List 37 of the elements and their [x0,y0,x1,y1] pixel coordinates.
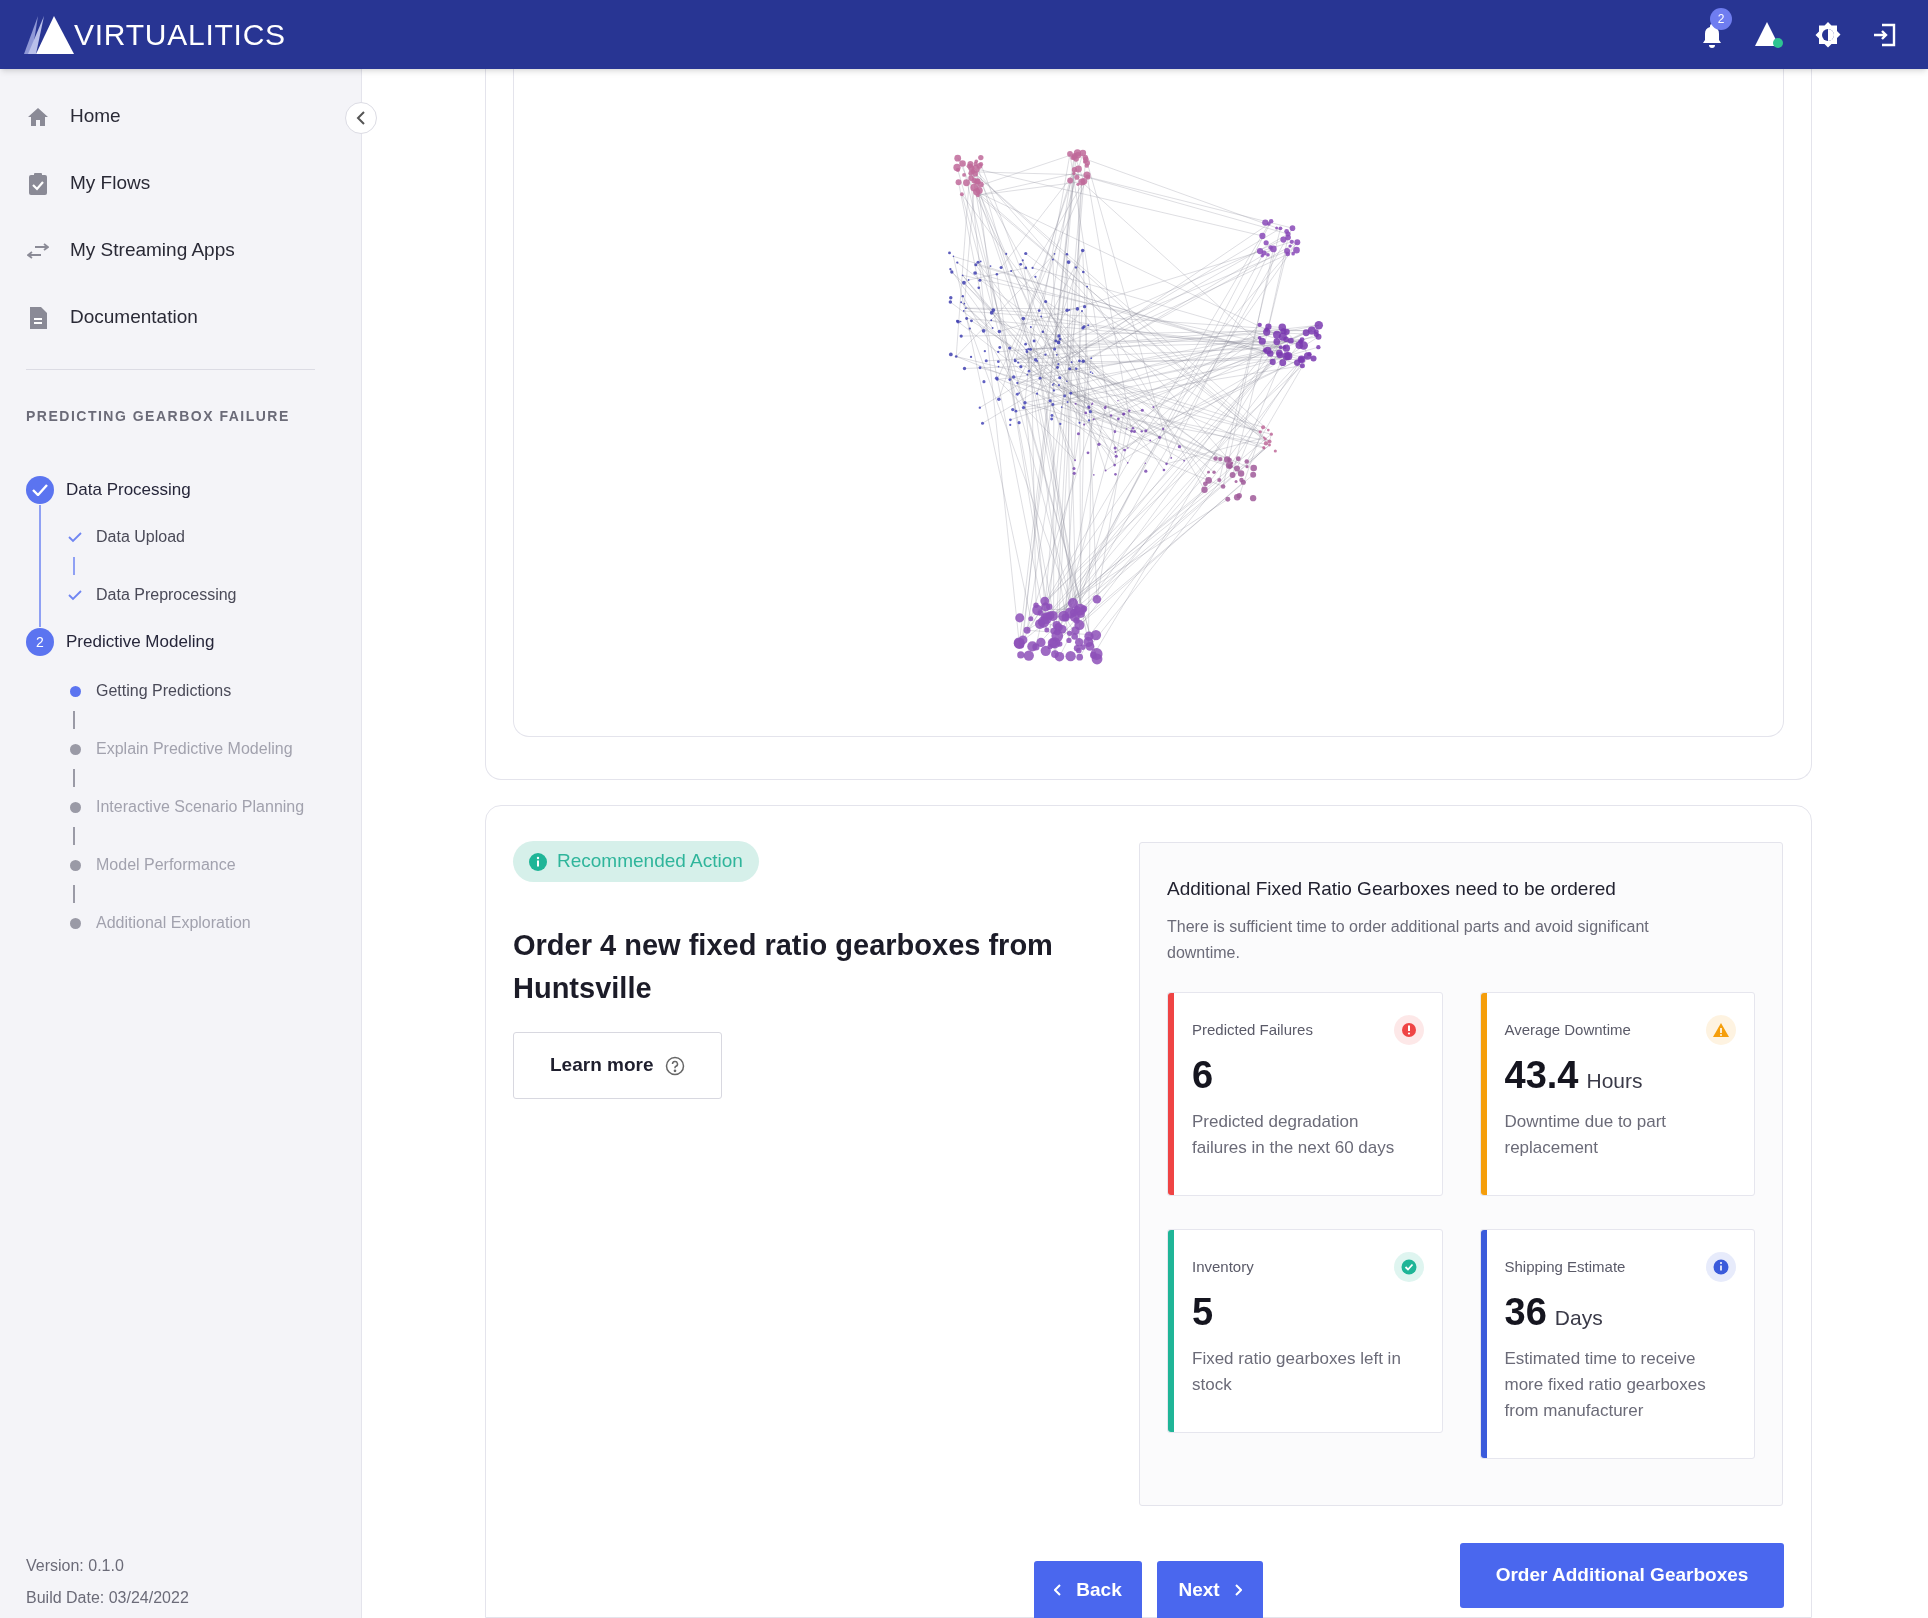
flow-title: PREDICTING GEARBOX FAILURE [25,407,291,426]
summary-title: Additional Fixed Ratio Gearboxes need to be ordered [1167,877,1617,901]
build-date-text: Build Date: 03/24/2022 [26,1588,190,1608]
substep-item[interactable]: Data Preprocessing [68,585,335,605]
order-gearboxes-button[interactable]: Order Additional Gearboxes [1460,1542,1784,1608]
metric-value: 5 [1192,1289,1214,1334]
logo-text: VIRTUALITICS [74,17,286,53]
badge-label: Recommended Action [557,849,743,874]
substep-item[interactable]: Getting Predictions [68,681,335,701]
summary-description: There is sufficient time to order additional parts and avoid significant downtime. [1167,916,1650,963]
next-button[interactable]: Next [1157,1561,1263,1618]
metric-description: Downtime due to part replacement [1504,1110,1668,1159]
back-button[interactable]: Back [1034,1561,1142,1618]
metric-unit: Days [1554,1304,1603,1331]
step-item[interactable]: 2 Predictive Modeling [26,627,335,657]
metric-description: Predicted degradation failures in the next 60 days [1192,1110,1396,1159]
metric-description: Fixed ratio gearboxes left in stock [1192,1347,1402,1396]
metric-description: Estimated time to receive more fixed ratio gearboxes from manufacturer [1504,1347,1707,1422]
metric-label: Predicted Failures [1192,1019,1313,1040]
step-number: 2 [26,628,54,656]
nav-link[interactable]: Documentation [26,284,335,351]
metric-label: Inventory [1192,1256,1254,1277]
learn-more-button[interactable]: Learn more [513,1032,723,1099]
metric-value: 43.4 [1504,1052,1579,1097]
metric-value: 36 [1504,1289,1547,1334]
metric-label: Average Downtime [1504,1019,1631,1040]
nav-link[interactable]: My Streaming Apps [26,217,335,284]
version-text: Version: 0.1.0 [26,1556,125,1576]
notification-count: 2 [1710,7,1732,30]
nav-link[interactable]: Home [26,83,335,150]
metric-value: 6 [1192,1052,1214,1097]
nav-link[interactable]: My Flows [26,150,335,217]
metric-label: Shipping Estimate [1504,1256,1626,1277]
recommendation-title: Order 4 new fixed ratio gearboxes from Huntsville [513,928,1054,1006]
substep-item[interactable]: Data Upload [68,527,335,547]
step-item[interactable]: Data Processing [26,475,335,505]
metric-unit: Hours [1586,1067,1643,1094]
